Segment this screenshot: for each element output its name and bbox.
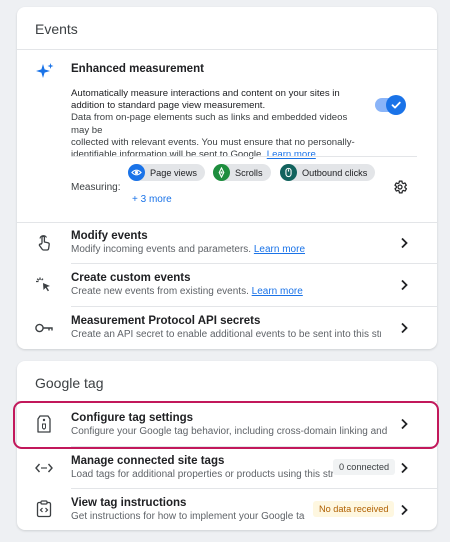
chevron-right-icon [401, 237, 408, 249]
chip-outbound-clicks: Outbound clicks [280, 164, 376, 181]
enhanced-measurement-title: Enhanced measurement [71, 63, 204, 75]
chip-scrolls: Scrolls [213, 164, 271, 181]
code-arrows-icon [34, 459, 54, 477]
row-description: Modify incoming events and parameters. L… [71, 244, 305, 255]
row-title: Create custom events [71, 272, 191, 284]
crosshair-icon [213, 164, 230, 181]
events-card-title: Events [35, 21, 78, 37]
row-title: View tag instructions [71, 497, 187, 509]
row-title: Manage connected site tags [71, 455, 225, 467]
sparkle-icon [35, 62, 55, 82]
row-view-tag-instructions[interactable]: View tag instructions Get instructions f… [17, 489, 437, 530]
divider [17, 49, 437, 50]
touch-icon [35, 234, 53, 252]
enhanced-measurement-description: Automatically measure interactions and c… [71, 88, 361, 161]
row-description: Load tags for additional properties or p… [71, 469, 333, 480]
chip-label: Page views [150, 167, 197, 178]
desc-line: addition to standard page view measureme… [71, 100, 266, 112]
google-tag-card-title: Google tag [35, 375, 104, 391]
divider [71, 156, 417, 157]
chip-label: Outbound clicks [302, 167, 368, 178]
gear-icon[interactable] [392, 179, 408, 195]
events-card: Events Enhanced measurement Automaticall… [17, 7, 437, 349]
chevron-right-icon [401, 504, 408, 516]
row-title: Measurement Protocol API secrets [71, 315, 261, 327]
desc-line: Automatically measure interactions and c… [71, 88, 340, 99]
chevron-right-icon [401, 279, 408, 291]
desc-line: collected with relevant events. You must… [71, 136, 355, 148]
sparkle-click-icon [35, 276, 53, 294]
key-icon [34, 319, 54, 337]
clipboard-code-icon [36, 500, 52, 518]
more-measurements-link[interactable]: + 3 more [132, 194, 172, 205]
configure-tag-settings-highlight [13, 401, 439, 449]
connected-count-badge: 0 connected [333, 459, 396, 475]
chip-label: Scrolls [235, 167, 263, 178]
measuring-label: Measuring: [71, 182, 121, 193]
row-description: Get instructions for how to implement yo… [71, 511, 305, 522]
row-description: Create new events from existing events. … [71, 286, 303, 297]
mouse-icon [280, 164, 297, 181]
row-measurement-protocol[interactable]: Measurement Protocol API secrets Create … [17, 307, 437, 349]
row-description: Create an API secret to enable additiona… [71, 329, 381, 340]
enhanced-measurement-toggle[interactable] [375, 95, 406, 115]
chevron-right-icon [401, 462, 408, 474]
desc-line: Data from on-page elements such as links… [71, 112, 348, 136]
row-modify-events[interactable]: Modify events Modify incoming events and… [17, 223, 437, 263]
eye-icon [128, 164, 145, 181]
row-title: Modify events [71, 230, 148, 242]
desc-line: identifiable information will be sent to… [71, 149, 265, 161]
learn-more-link[interactable]: Learn more [254, 244, 305, 255]
chevron-right-icon [401, 322, 408, 334]
row-manage-connected-site-tags[interactable]: Manage connected site tags Load tags for… [17, 447, 437, 489]
chip-page-views: Page views [128, 164, 205, 181]
no-data-badge: No data received [313, 501, 395, 517]
row-desc-text: Create new events from existing events. [71, 286, 249, 297]
check-icon [386, 95, 406, 115]
learn-more-link[interactable]: Learn more [267, 149, 316, 160]
row-create-custom-events[interactable]: Create custom events Create new events f… [17, 264, 437, 306]
learn-more-link[interactable]: Learn more [252, 286, 303, 297]
row-desc-text: Modify incoming events and parameters. [71, 244, 252, 255]
